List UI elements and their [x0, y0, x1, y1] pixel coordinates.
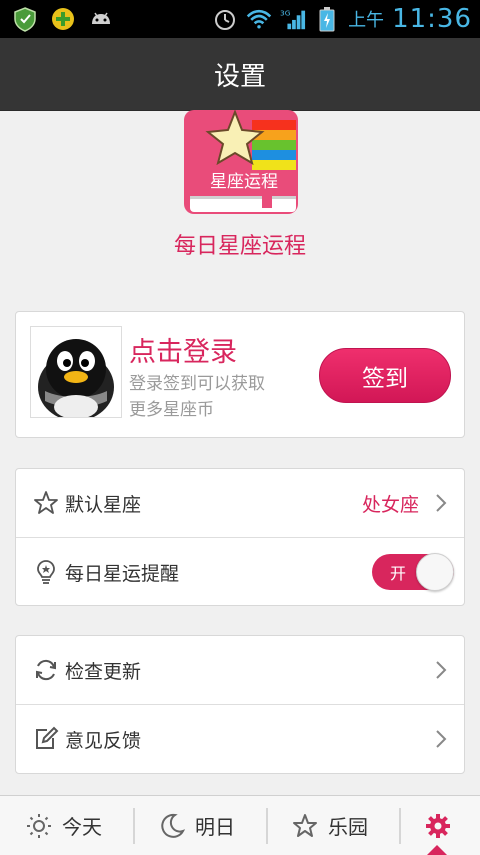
app-header: 星座运程 每日星座运程 [0, 110, 480, 270]
daily-reminder-row: 每日星运提醒 开 [16, 537, 464, 606]
tab-today-label: 今天 [62, 815, 102, 839]
feedback-label: 意见反馈 [65, 729, 142, 752]
avatar[interactable] [30, 326, 122, 418]
battery-icon [319, 7, 335, 32]
star-icon [293, 813, 317, 837]
misc-card: 检查更新 意见反馈 [15, 635, 465, 774]
login-desc-line1: 登录签到可以获取 [129, 374, 265, 394]
login-description: 登录签到可以获取 更多星座币 [129, 371, 299, 423]
login-desc-line2: 更多星座币 [129, 400, 214, 420]
status-time: 11:36 [392, 4, 472, 34]
wifi-icon [246, 9, 272, 29]
tab-park[interactable]: 乐园 [292, 796, 368, 855]
toggle-state-label: 开 [390, 564, 407, 583]
android-icon [92, 12, 110, 24]
edit-icon [36, 726, 59, 749]
tab-park-label: 乐园 [328, 815, 368, 839]
toggle-knob[interactable] [416, 553, 454, 591]
login-title[interactable]: 点击登录 [129, 330, 237, 369]
chevron-right-icon [436, 730, 447, 748]
check-update-row[interactable]: 检查更新 [16, 636, 464, 704]
lightbulb-icon [37, 560, 55, 584]
gear-icon [426, 813, 450, 838]
tab-divider [133, 808, 135, 844]
shield-icon [14, 7, 36, 32]
login-card[interactable]: 点击登录 登录签到可以获取 更多星座币 签到 [15, 311, 465, 438]
alarm-icon [215, 10, 236, 30]
status-ampm: 上午 [348, 10, 385, 31]
refresh-icon [36, 659, 56, 681]
signal-icon: 3G [280, 8, 306, 30]
sun-icon [27, 813, 51, 838]
star-icon [34, 491, 58, 514]
tab-divider [399, 808, 401, 844]
logo-text: 星座运程 [210, 172, 278, 192]
check-update-label: 检查更新 [65, 660, 142, 683]
status-bar: 3G 上午 11:36 [0, 0, 480, 38]
tab-tomorrow-label: 明日 [195, 815, 235, 839]
preferences-card: 默认星座 处女座 每日星运提醒 开 [15, 468, 465, 606]
moon-icon [161, 813, 185, 838]
default-sign-value: 处女座 [361, 493, 419, 516]
daily-reminder-label: 每日星运提醒 [65, 562, 180, 585]
tab-today[interactable]: 今天 [26, 796, 102, 855]
page-title: 设置 [213, 61, 266, 92]
sign-in-button[interactable]: 签到 [319, 348, 451, 403]
tab-tomorrow[interactable]: 明日 [159, 796, 235, 855]
app-name: 每日星座运程 [173, 234, 306, 259]
chevron-right-icon [436, 494, 447, 512]
default-sign-label: 默认星座 [65, 493, 142, 516]
chevron-right-icon [436, 661, 447, 679]
default-sign-row[interactable]: 默认星座 处女座 [16, 469, 464, 537]
title-bar: 设置 [0, 38, 480, 111]
app-logo-icon: 星座运程 [184, 110, 298, 214]
plus-app-icon [52, 8, 74, 30]
network-type-label: 3G [280, 8, 291, 17]
tab-divider [266, 808, 268, 844]
bottom-nav: 今天 明日 乐园 [0, 795, 480, 855]
daily-reminder-toggle[interactable]: 开 [372, 553, 454, 591]
feedback-row[interactable]: 意见反馈 [16, 704, 464, 773]
